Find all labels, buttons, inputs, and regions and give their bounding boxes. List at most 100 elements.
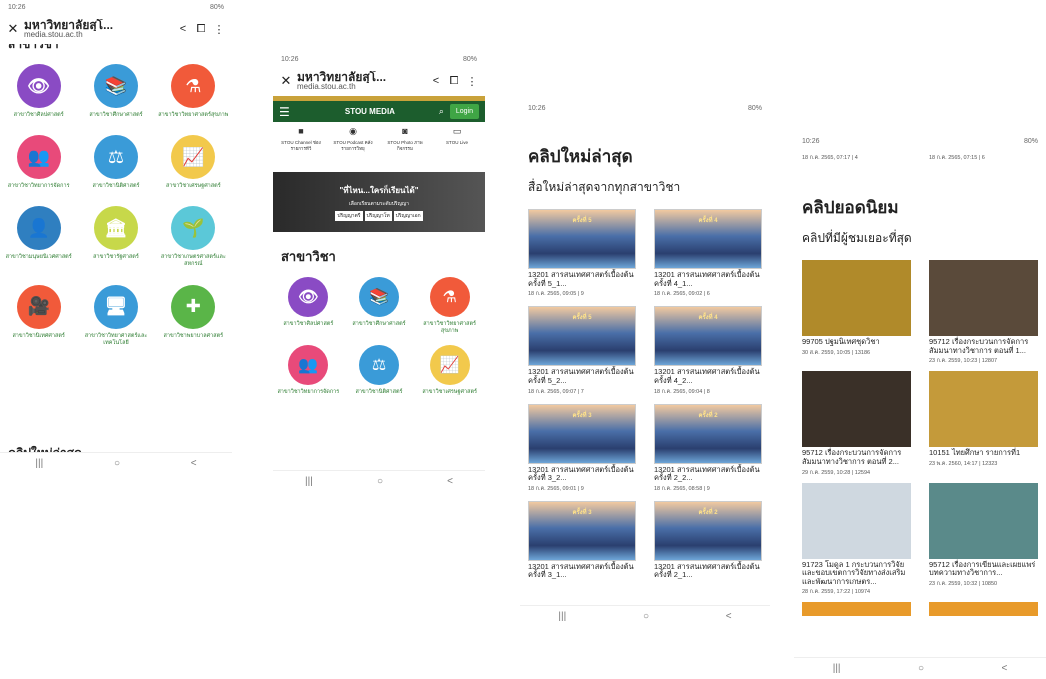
- category-item[interactable]: ⚗ สาขาวิชาวิทยาศาสตร์สุขภาพ: [155, 64, 232, 119]
- category-item[interactable]: 📚 สาขาวิชาศึกษาศาสตร์: [344, 277, 415, 335]
- category-item[interactable]: ⚗ สาขาวิชาวิทยาศาสตร์สุขภาพ: [414, 277, 485, 335]
- video-card[interactable]: ครั้งที่ 3 13201 สารสนเทศศาสตร์เบื้องต้น …: [528, 500, 636, 580]
- video-card[interactable]: ครั้งที่ 5 13201 สารสนเทศศาสตร์เบื้องต้น …: [528, 209, 636, 298]
- recent-apps-icon[interactable]: |||: [833, 663, 841, 674]
- address-bar[interactable]: มหาวิทยาลัยสุโ... media.stou.ac.th: [24, 19, 172, 39]
- address-bar[interactable]: มหาวิทยาลัยสุโ... media.stou.ac.th: [297, 71, 425, 91]
- video-title[interactable]: 13201 สารสนเทศศาสตร์เบื้องต้น ครั้งที่ 3…: [528, 465, 636, 483]
- video-card[interactable]: ครั้งที่ 3 13201 สารสนเทศศาสตร์เบื้องต้น …: [528, 403, 636, 493]
- video-card[interactable]: 95712 เรื่องกระบวนการจัดการสัมมนาทางวิชา…: [802, 371, 911, 476]
- video-card[interactable]: ครั้งที่ 2 13201 สารสนเทศศาสตร์เบื้องต้น …: [654, 403, 762, 493]
- video-card[interactable]: 95712 เรื่องกระบวนการจัดการสัมมนาทางวิชา…: [929, 260, 1038, 365]
- video-thumbnail[interactable]: [802, 371, 911, 448]
- home-icon[interactable]: ○: [918, 663, 924, 674]
- video-title[interactable]: 13201 สารสนเทศศาสตร์เบื้องต้น ครั้งที่ 4…: [654, 367, 762, 385]
- search-icon[interactable]: ⌕: [439, 106, 444, 117]
- category-item[interactable]: 🖥 สาขาวิชาวิทยาศาสตร์และเทคโนโลยี: [77, 284, 154, 347]
- media-shortcut[interactable]: ▭ STOU Live: [434, 126, 480, 168]
- video-title[interactable]: 13201 สารสนเทศศาสตร์เบื้องต้น ครั้งที่ 4…: [654, 270, 762, 288]
- video-card[interactable]: ครั้งที่ 5 13201 สารสนเทศศาสตร์เบื้องต้น …: [528, 306, 636, 395]
- recent-apps-icon[interactable]: |||: [558, 611, 566, 622]
- media-shortcut[interactable]: ◉ STOU Podcast คลังรายการวิทยุ: [330, 126, 376, 168]
- video-card[interactable]: ครั้งที่ 4 13201 สารสนเทศศาสตร์เบื้องต้น …: [654, 209, 762, 298]
- video-title[interactable]: 99705 ปฐมนิเทศชุดวิชา: [802, 337, 911, 347]
- video-thumbnail[interactable]: ครั้งที่ 5: [528, 306, 636, 367]
- video-thumbnail[interactable]: [929, 602, 1038, 617]
- back-icon[interactable]: <: [1001, 663, 1007, 674]
- video-thumbnail[interactable]: [802, 602, 911, 617]
- degree-chip[interactable]: ปริญญาโท: [364, 210, 392, 221]
- video-card[interactable]: 91723 โมดูล 1 กระบวนการวิจัยและขอบเขตการ…: [802, 482, 911, 597]
- home-icon[interactable]: ○: [114, 458, 120, 469]
- category-item[interactable]: 📚 สาขาวิชาศึกษาศาสตร์: [77, 64, 154, 119]
- video-thumbnail[interactable]: ครั้งที่ 4: [654, 209, 762, 269]
- site-brand[interactable]: STOU MEDIA: [301, 107, 439, 116]
- recent-apps-icon[interactable]: |||: [305, 476, 313, 487]
- video-title[interactable]: 10151 ไทยศึกษา รายการที่1: [929, 449, 1038, 458]
- category-item[interactable]: 👤 สาขาวิชามนุษยนิเวศศาสตร์: [0, 206, 77, 268]
- category-item[interactable]: 🏛 สาขาวิชารัฐศาสตร์: [77, 206, 154, 268]
- recent-apps-icon[interactable]: |||: [35, 458, 43, 469]
- video-title[interactable]: 91723 โมดูล 1 กระบวนการวิจัยและขอบเขตการ…: [802, 560, 911, 587]
- share-icon[interactable]: <: [429, 75, 443, 87]
- category-item[interactable]: ✚ สาขาวิชาพยาบาลศาสตร์: [155, 284, 232, 347]
- video-thumbnail[interactable]: [929, 482, 1038, 559]
- category-item[interactable]: 🌱 สาขาวิชาเกษตรศาสตร์และสหกรณ์: [155, 206, 232, 268]
- video-thumbnail[interactable]: [929, 260, 1038, 336]
- category-item[interactable]: 👁 สาขาวิชาศิลปศาสตร์: [273, 277, 344, 335]
- category-item[interactable]: ⚖ สาขาวิชานิติศาสตร์: [344, 345, 415, 396]
- video-card[interactable]: ครั้งที่ 4 13201 สารสนเทศศาสตร์เบื้องต้น …: [654, 306, 762, 395]
- video-card[interactable]: 10151 ไทยศึกษา รายการที่1 23 พ.ค. 2560, 1…: [929, 371, 1038, 476]
- video-title[interactable]: 95712 เรื่องกระบวนการจัดการสัมมนาทางวิชา…: [929, 337, 1038, 355]
- close-icon[interactable]: ✕: [279, 73, 293, 89]
- home-icon[interactable]: ○: [377, 476, 383, 487]
- video-thumbnail[interactable]: ครั้งที่ 2: [654, 500, 762, 561]
- video-thumbnail[interactable]: ครั้งที่ 3: [528, 500, 636, 561]
- media-shortcut[interactable]: ■ STOU Channel ช่องรายการทีวี: [278, 126, 324, 168]
- back-icon[interactable]: <: [191, 458, 197, 469]
- more-icon[interactable]: ⋮: [465, 75, 479, 88]
- category-item[interactable]: 🎥 สาขาวิชานิเทศศาสตร์: [0, 284, 77, 347]
- video-thumbnail[interactable]: [929, 371, 1038, 448]
- back-icon[interactable]: <: [726, 611, 732, 622]
- video-title[interactable]: 95712 เรื่องการเขียนและเผยแพร่บทความทางว…: [929, 560, 1038, 578]
- video-thumbnail[interactable]: ครั้งที่ 3: [528, 403, 636, 464]
- video-card[interactable]: 99705 ปฐมนิเทศชุดวิชา 30 ส.ค. 2559, 10:05…: [802, 260, 911, 365]
- category-item[interactable]: 👥 สาขาวิชาวิทยาการจัดการ: [273, 345, 344, 396]
- bookmark-icon[interactable]: ⧠: [194, 23, 208, 36]
- video-card[interactable]: ครั้งที่ 2 13201 สารสนเทศศาสตร์เบื้องต้น …: [654, 500, 762, 580]
- video-card[interactable]: 95712 เรื่องการเขียนและเผยแพร่บทความทางว…: [929, 482, 1038, 597]
- video-card[interactable]: [929, 602, 1038, 617]
- category-label: สาขาวิชาเศรษฐศาสตร์: [422, 389, 477, 396]
- video-thumbnail[interactable]: ครั้งที่ 2: [654, 403, 762, 464]
- close-icon[interactable]: ✕: [6, 21, 20, 37]
- video-thumbnail[interactable]: [802, 482, 911, 559]
- hamburger-menu-icon[interactable]: ☰: [279, 105, 301, 119]
- video-title[interactable]: 13201 สารสนเทศศาสตร์เบื้องต้น ครั้งที่ 3…: [528, 562, 636, 580]
- media-shortcut[interactable]: ◙ STOU Photo ภาพกิจกรรม: [382, 126, 428, 168]
- degree-chip[interactable]: ปริญญาตรี: [335, 210, 363, 221]
- video-title[interactable]: 13201 สารสนเทศศาสตร์เบื้องต้น ครั้งที่ 5…: [528, 270, 636, 288]
- category-item[interactable]: 📈 สาขาวิชาเศรษฐศาสตร์: [155, 135, 232, 190]
- video-title[interactable]: 13201 สารสนเทศศาสตร์เบื้องต้น ครั้งที่ 5…: [528, 367, 636, 385]
- video-title[interactable]: 95712 เรื่องกระบวนการจัดการสัมมนาทางวิชา…: [802, 448, 911, 466]
- video-thumbnail[interactable]: ครั้งที่ 5: [528, 209, 636, 269]
- share-icon[interactable]: <: [176, 23, 190, 35]
- video-card[interactable]: [802, 602, 911, 617]
- video-thumbnail[interactable]: ครั้งที่ 4: [654, 306, 762, 367]
- login-button[interactable]: Login: [449, 104, 479, 119]
- category-item[interactable]: 👁 สาขาวิชาศิลปศาสตร์: [0, 64, 77, 119]
- bookmark-icon[interactable]: ⧠: [447, 75, 461, 88]
- category-item[interactable]: 👥 สาขาวิชาวิทยาการจัดการ: [0, 135, 77, 190]
- more-icon[interactable]: ⋮: [212, 23, 226, 36]
- video-title[interactable]: 13201 สารสนเทศศาสตร์เบื้องต้น ครั้งที่ 2…: [654, 562, 762, 580]
- category-item[interactable]: ⚖ สาขาวิชานิติศาสตร์: [77, 135, 154, 190]
- promo-banner[interactable]: "ที่ไหน...ใครก็เรียนได้" เลือกเรียนตามระ…: [273, 172, 485, 232]
- back-icon[interactable]: <: [447, 476, 453, 487]
- category-item[interactable]: 📈 สาขาวิชาเศรษฐศาสตร์: [414, 345, 485, 396]
- home-icon[interactable]: ○: [643, 611, 649, 622]
- media-icon: ■: [298, 126, 304, 136]
- degree-chip[interactable]: ปริญญาเอก: [393, 210, 423, 221]
- video-title[interactable]: 13201 สารสนเทศศาสตร์เบื้องต้น ครั้งที่ 2…: [654, 465, 762, 483]
- video-thumbnail[interactable]: [802, 260, 911, 336]
